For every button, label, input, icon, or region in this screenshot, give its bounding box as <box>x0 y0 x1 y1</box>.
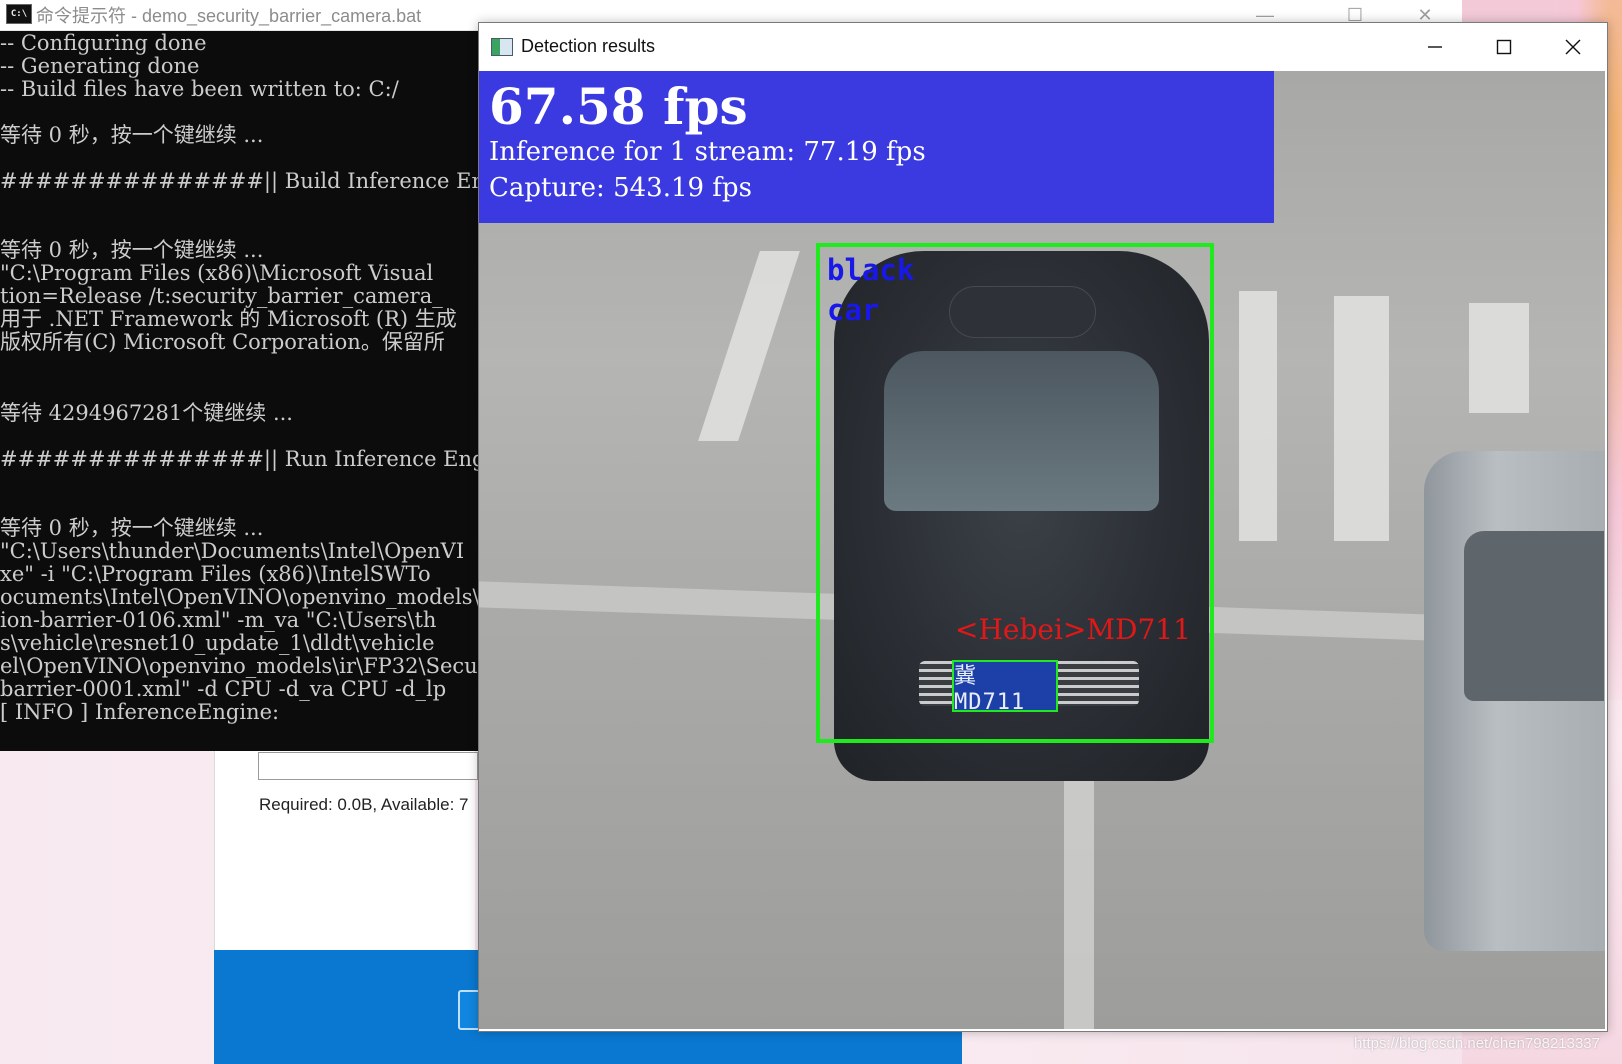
detection-video-frame: black car 冀 MD711 <Hebei>MD711 67.58 fps… <box>479 71 1605 1029</box>
console-line: 等待 0 秒，按一个键继续 ... <box>0 123 264 147</box>
road-stripe <box>1469 303 1529 413</box>
vehicle-color-label: black <box>827 253 915 287</box>
console-line: tion=Release /t:security_barrier_camera_ <box>0 284 443 308</box>
detection-titlebar[interactable]: Detection results <box>479 23 1607 71</box>
console-line: -- Build files have been written to: C:/ <box>0 77 399 101</box>
console-line: "C:\Program Files (x86)\Microsoft Visual <box>0 261 434 285</box>
fps-readout: 67.58 fps <box>489 77 748 136</box>
console-line: -- Configuring done <box>0 31 207 55</box>
capture-readout: Capture: 543.19 fps <box>489 173 752 203</box>
console-line: "C:\Users\thunder\Documents\Intel\OpenVI <box>0 539 465 563</box>
detection-minimize-button[interactable] <box>1401 23 1469 71</box>
road-stripe <box>1334 296 1389 541</box>
console-line: ocuments\Intel\OpenVINO\openvino_models\ <box>0 585 480 609</box>
inference-readout: Inference for 1 stream: 77.19 fps <box>489 137 926 167</box>
installer-panel <box>214 750 475 950</box>
console-line: ion-barrier-0106.xml" -m_va "C:\Users\th <box>0 608 437 632</box>
console-line: ###############|| Build Inference Engine <box>0 169 480 193</box>
detection-results-window[interactable]: Detection results black car 冀 MD711 <Heb… <box>478 22 1608 1032</box>
window-app-icon <box>491 38 513 56</box>
cmd-app-icon: C:\ <box>6 4 32 24</box>
console-line: xe" -i "C:\Program Files (x86)\IntelSWTo <box>0 562 431 586</box>
detection-close-button[interactable] <box>1539 23 1607 71</box>
console-line: [ INFO ] InferenceEngine: <box>0 700 280 724</box>
console-line: 版权所有(C) Microsoft Corporation。保留所 <box>0 330 445 354</box>
road-stripe <box>698 251 800 441</box>
detection-window-title: Detection results <box>521 36 656 56</box>
license-plate-characters: 冀 MD711 <box>954 663 1026 715</box>
road-stripe <box>1239 291 1277 541</box>
cmd-window-title: 命令提示符 - demo_security_barrier_camera.bat <box>36 6 422 26</box>
vehicle-type-label: car <box>827 293 880 327</box>
license-plate-label: <Hebei>MD711 <box>955 613 1191 646</box>
console-line: 用于 .NET Framework 的 Microsoft (R) 生成 <box>0 307 457 331</box>
maximize-icon <box>1496 39 1512 55</box>
license-plate-box: 冀 MD711 <box>952 660 1058 715</box>
console-line: barrier-0001.xml" -d CPU -d_va CPU -d_lp <box>0 677 447 701</box>
console-line: ###############|| Run Inference Engine s <box>0 447 480 471</box>
console-line: s\vehicle\resnet10_update_1\dldt\vehicle <box>0 631 435 655</box>
console-line: 等待 0 秒，按一个键继续 ... <box>0 516 264 540</box>
cmd-console-output[interactable]: -- Configuring done -- Generating done -- … <box>0 31 480 751</box>
performance-stats-panel: 67.58 fps Inference for 1 stream: 77.19 … <box>479 71 1274 223</box>
console-line: 等待 0 秒，按一个键继续 ... <box>0 238 264 262</box>
minimize-icon <box>1428 46 1442 48</box>
watermark-url: https://blog.csdn.net/chen798213337 <box>1353 1035 1600 1052</box>
road-lane-line <box>1064 781 1094 1029</box>
installer-space-info: Required: 0.0B, Available: 7 <box>259 795 469 814</box>
console-line: el\OpenVINO\openvino_models\ir\FP32\Secu <box>0 654 478 678</box>
console-line: 等待 4294967281个键继续 ... <box>0 401 293 425</box>
console-line: -- Generating done <box>0 54 200 78</box>
close-icon <box>1565 39 1581 55</box>
installer-path-input[interactable] <box>258 752 478 780</box>
parked-vehicle <box>1424 451 1605 951</box>
detection-maximize-button[interactable] <box>1470 23 1538 71</box>
